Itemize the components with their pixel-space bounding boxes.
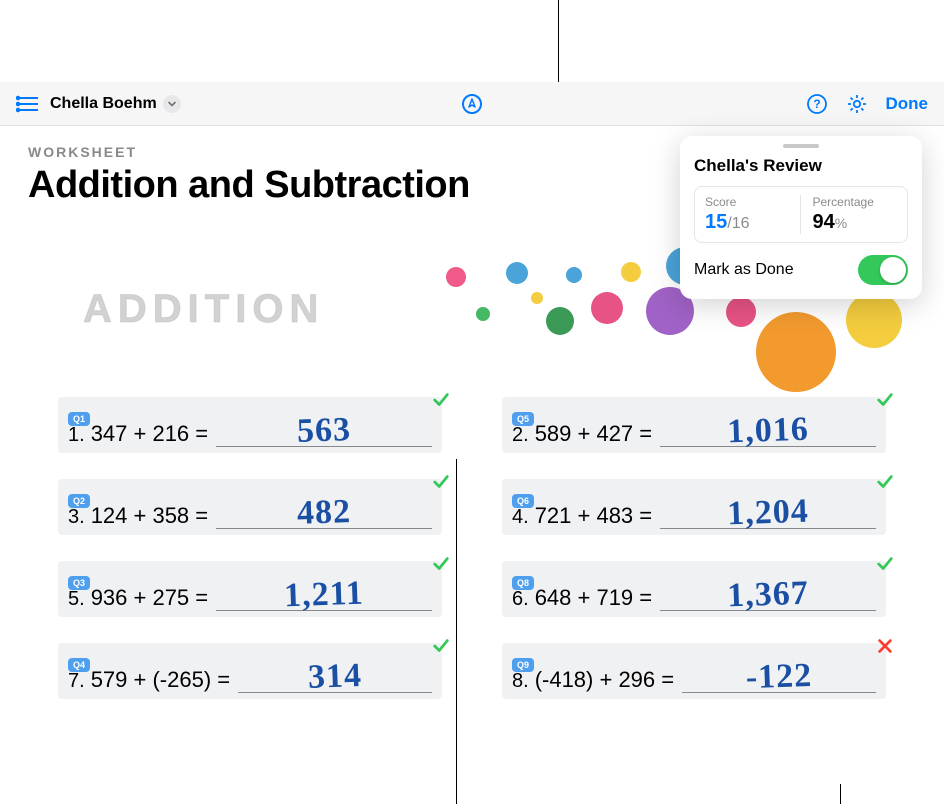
- question-number-wrap: Q98.: [512, 670, 529, 693]
- score-value: 15: [705, 211, 727, 233]
- question-number: 1.: [68, 424, 85, 447]
- question-prompt: 936 + 275 =: [91, 585, 208, 611]
- mark-done-toggle[interactable]: [858, 255, 908, 285]
- answer-line: 1,204: [660, 489, 876, 529]
- answer-line: 314: [238, 653, 432, 693]
- answer-line: 1,211: [216, 571, 432, 611]
- percentage-label: Percentage: [813, 195, 898, 209]
- check-icon[interactable]: [432, 391, 450, 414]
- question-row[interactable]: Q52. 589 + 427 = 1,016: [502, 397, 886, 453]
- answer-line: 1,367: [660, 571, 876, 611]
- score-max: /16: [727, 215, 749, 232]
- answer-line: -122: [682, 653, 876, 693]
- help-icon[interactable]: ?: [806, 93, 828, 115]
- question-tag: Q2: [68, 494, 90, 508]
- student-dropdown[interactable]: [163, 95, 181, 113]
- check-icon[interactable]: [432, 555, 450, 578]
- answer-line: 1,016: [660, 407, 876, 447]
- markup-icon[interactable]: [462, 94, 482, 114]
- percentage-value: 94: [813, 211, 835, 233]
- percentage-symbol: %: [835, 215, 847, 231]
- question-row[interactable]: Q86. 648 + 719 = 1,367: [502, 561, 886, 617]
- worksheet: ADDITION Q11. 347 + 216 = 563 Q52. 589 + 427…: [28, 237, 916, 699]
- section-heading: ADDITION: [83, 287, 324, 332]
- handwritten-answer: 1,367: [727, 575, 810, 616]
- check-icon[interactable]: [876, 391, 894, 414]
- handwritten-answer: 314: [307, 657, 362, 697]
- question-row[interactable]: Q11. 347 + 216 = 563: [58, 397, 442, 453]
- question-row[interactable]: Q47. 579 + (-265) = 314: [58, 643, 442, 699]
- handwritten-answer: 1,211: [284, 575, 365, 616]
- handwritten-answer: 1,204: [727, 493, 810, 534]
- question-number-wrap: Q52.: [512, 424, 529, 447]
- check-icon[interactable]: [876, 473, 894, 496]
- question-number: 7.: [68, 670, 85, 693]
- svg-text:?: ?: [813, 97, 820, 111]
- panel-drag-handle[interactable]: [783, 144, 819, 148]
- question-number: 2.: [512, 424, 529, 447]
- score-label: Score: [705, 195, 790, 209]
- question-prompt: 579 + (-265) =: [91, 667, 230, 693]
- question-row[interactable]: Q98. (-418) + 296 = -122: [502, 643, 886, 699]
- handwritten-answer: 1,016: [727, 411, 810, 452]
- question-number: 6.: [512, 588, 529, 611]
- question-tag: Q9: [512, 658, 534, 672]
- question-number: 5.: [68, 588, 85, 611]
- handwritten-answer: 482: [296, 493, 351, 533]
- question-number: 8.: [512, 670, 529, 693]
- question-number-wrap: Q64.: [512, 506, 529, 529]
- check-icon[interactable]: [432, 637, 450, 660]
- question-row[interactable]: Q35. 936 + 275 = 1,211: [58, 561, 442, 617]
- question-number-wrap: Q11.: [68, 424, 85, 447]
- question-number: 3.: [68, 506, 85, 529]
- question-tag: Q5: [512, 412, 534, 426]
- question-tag: Q8: [512, 576, 534, 590]
- toolbar: Chella Boehm ? Done: [0, 82, 944, 126]
- question-number-wrap: Q86.: [512, 588, 529, 611]
- callout-line: [840, 784, 841, 804]
- x-icon[interactable]: [876, 637, 894, 660]
- question-tag: Q1: [68, 412, 90, 426]
- question-prompt: (-418) + 296 =: [535, 667, 674, 693]
- handwritten-answer: 563: [296, 411, 351, 451]
- question-number-wrap: Q47.: [68, 670, 85, 693]
- question-number-wrap: Q35.: [68, 588, 85, 611]
- handwritten-answer: -122: [745, 657, 813, 697]
- mark-done-label: Mark as Done: [694, 261, 794, 279]
- answer-line: 482: [216, 489, 432, 529]
- check-icon[interactable]: [432, 473, 450, 496]
- question-prompt: 347 + 216 =: [91, 421, 208, 447]
- question-tag: Q4: [68, 658, 90, 672]
- student-name[interactable]: Chella Boehm: [50, 95, 157, 113]
- question-number-wrap: Q23.: [68, 506, 85, 529]
- callout-line: [558, 0, 559, 82]
- question-prompt: 124 + 358 =: [91, 503, 208, 529]
- question-prompt: 648 + 719 =: [535, 585, 652, 611]
- question-tag: Q3: [68, 576, 90, 590]
- stats-block: Score 15/16 Percentage 94%: [694, 186, 908, 243]
- check-icon[interactable]: [876, 555, 894, 578]
- question-prompt: 721 + 483 =: [535, 503, 652, 529]
- callout-line: [456, 459, 457, 804]
- question-tag: Q6: [512, 494, 534, 508]
- done-button[interactable]: Done: [886, 94, 929, 114]
- sidebar-icon[interactable]: [16, 94, 40, 114]
- review-panel: Chella's Review Score 15/16 Percentage 9…: [680, 136, 922, 299]
- answer-line: 563: [216, 407, 432, 447]
- question-prompt: 589 + 427 =: [535, 421, 652, 447]
- question-row[interactable]: Q64. 721 + 483 = 1,204: [502, 479, 886, 535]
- spacer: [0, 0, 944, 82]
- question-number: 4.: [512, 506, 529, 529]
- review-title: Chella's Review: [694, 156, 908, 176]
- question-row[interactable]: Q23. 124 + 358 = 482: [58, 479, 442, 535]
- gear-icon[interactable]: [846, 93, 868, 115]
